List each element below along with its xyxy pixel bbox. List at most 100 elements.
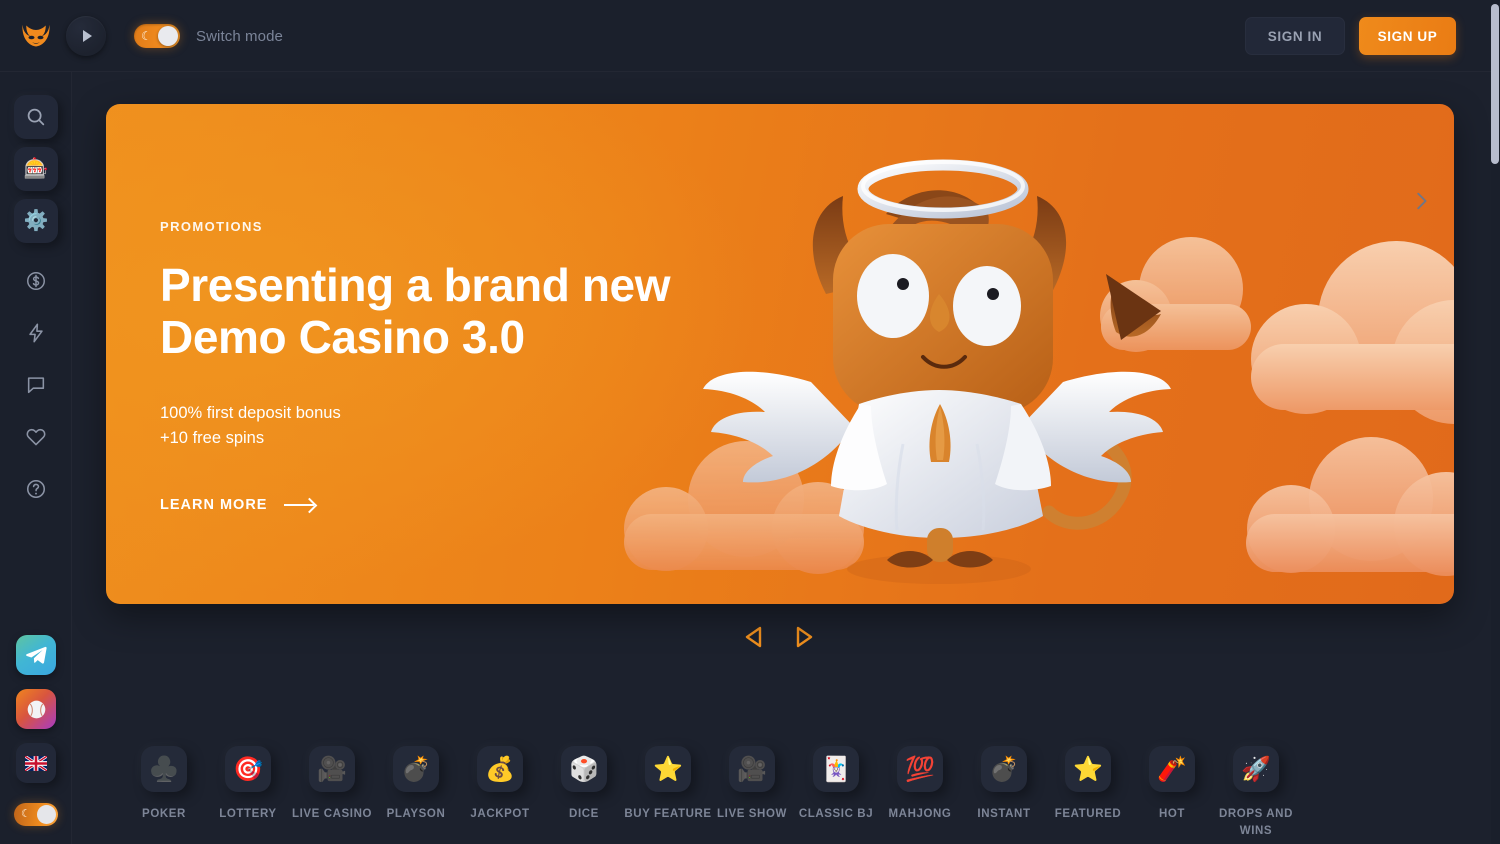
gear-icon: ⚙️ (23, 210, 49, 232)
bomb-icon-glyph: 💣 (989, 755, 1019, 783)
category-item[interactable]: 🎲 DICE (542, 746, 626, 823)
category-label: POKER (142, 808, 186, 820)
sidebar-item-slots[interactable]: 🎰 (14, 147, 58, 191)
play-button[interactable] (66, 16, 106, 56)
category-item[interactable]: 🎯 LOTTERY (206, 746, 290, 823)
play-icon (83, 30, 92, 42)
sidebar-item-fast-games[interactable] (14, 311, 58, 355)
hundred-points-icon-glyph: 💯 (905, 755, 935, 783)
carousel-next-button[interactable] (794, 626, 814, 648)
uk-flag-icon (25, 755, 47, 771)
category-item[interactable]: ♣️ POKER (122, 746, 206, 823)
category-label: PLAYSON (386, 808, 446, 820)
sidebar-item-search[interactable] (14, 95, 58, 139)
toggle-knob (158, 26, 178, 46)
switch-mode-toggle[interactable]: ☾ (134, 24, 180, 48)
category-label: LOTTERY (219, 808, 277, 820)
sign-in-button[interactable]: SIGN IN (1245, 17, 1345, 55)
money-bag-icon: 💰 (477, 746, 523, 792)
star-icon: ⭐ (645, 746, 691, 792)
header-actions: SIGN IN SIGN UP (1245, 17, 1492, 55)
banner-sub-line1: 100% first deposit bonus (160, 403, 341, 422)
playing-card-icon-glyph: 🃏 (821, 755, 851, 783)
star-icon: ⭐ (1065, 746, 1111, 792)
category-item[interactable]: 🃏 CLASSIC BJ (794, 746, 878, 823)
top-header: ☾ Switch mode SIGN IN SIGN UP (0, 0, 1492, 72)
club-suit-icon: ♣️ (141, 746, 187, 792)
devil-mask-logo-icon (22, 24, 50, 47)
promo-banner[interactable]: PROMOTIONS Presenting a brand new Demo C… (106, 104, 1454, 604)
category-label: LIVE CASINO (291, 808, 373, 820)
club-suit-icon-glyph: ♣️ (149, 755, 179, 783)
category-label: INSTANT (977, 808, 1031, 820)
chat-bubble-icon (27, 377, 45, 394)
baseball-icon (27, 700, 45, 718)
logo[interactable] (0, 0, 72, 72)
movie-camera-icon-glyph: 🎥 (317, 755, 347, 783)
dart-board-icon-glyph: 🎯 (233, 755, 263, 783)
category-item[interactable]: 🎥 LIVE CASINO (290, 746, 374, 823)
rocket-icon: 🚀 (1233, 746, 1279, 792)
page-scrollbar-thumb[interactable] (1491, 4, 1499, 164)
banner-kicker: PROMOTIONS (160, 219, 263, 234)
sidebar-item-settings[interactable]: ⚙️ (14, 199, 58, 243)
slot-machine-icon: 🎰 (23, 158, 49, 180)
dollar-circle-icon (27, 272, 45, 290)
theme-toggle[interactable]: ☾ (14, 803, 58, 826)
category-label: DROPS AND WINS (1219, 808, 1293, 837)
sidebar-item-help[interactable] (14, 467, 58, 511)
sign-up-button[interactable]: SIGN UP (1359, 17, 1456, 55)
sidebar-item-sports[interactable] (16, 689, 56, 729)
category-label: FEATURED (1054, 808, 1122, 820)
banner-sub-line2: +10 free spins (160, 429, 265, 448)
category-label: HOT (1158, 808, 1186, 820)
carousel-prev-button[interactable] (744, 626, 764, 648)
switch-mode-label: Switch mode (196, 27, 283, 45)
category-item[interactable]: ⭐ BUY FEATURE (624, 746, 711, 823)
category-label: DICE (569, 808, 599, 820)
dynamite-icon-glyph: 🧨 (1157, 755, 1187, 783)
sidebar-top-group: 🎰 ⚙️ (14, 72, 58, 519)
hundred-points-icon: 💯 (897, 746, 943, 792)
dice-icon: 🎲 (561, 746, 607, 792)
banner-headline: Presenting a brand new Demo Casino 3.0 (160, 259, 670, 364)
page-scrollbar-track[interactable] (1491, 0, 1500, 844)
angel-demon-mascot (703, 159, 1171, 584)
sidebar-item-chat[interactable] (14, 363, 58, 407)
category-strip: ♣️ POKER 🎯 LOTTERY 🎥 LIVE CASINO 💣 PLAYSON 💰 JACK… (72, 684, 1492, 844)
category-label: LIVE SHOW (717, 808, 787, 820)
category-item[interactable]: 💣 PLAYSON (374, 746, 458, 823)
banner-copy: PROMOTIONS Presenting a brand new Demo C… (160, 219, 670, 514)
search-icon (27, 108, 45, 126)
sidebar-item-language[interactable] (16, 743, 56, 783)
category-item[interactable]: 💣 INSTANT (962, 746, 1046, 823)
theme-toggle-knob (37, 805, 56, 824)
bomb-icon: 💣 (981, 746, 1027, 792)
money-bag-icon-glyph: 💰 (485, 755, 515, 783)
star-icon-glyph: ⭐ (653, 755, 683, 783)
category-item[interactable]: 💰 JACKPOT (458, 746, 542, 823)
banner-subtext: 100% first deposit bonus +10 free spins (160, 401, 670, 451)
sidebar-item-payments[interactable] (14, 259, 58, 303)
category-item[interactable]: ⭐ FEATURED (1046, 746, 1130, 823)
arrow-right-icon (284, 504, 315, 507)
learn-more-label: LEARN MORE (160, 497, 268, 514)
lightning-icon (29, 323, 43, 343)
moon-icon: ☾ (141, 29, 152, 43)
playing-card-icon: 🃏 (813, 746, 859, 792)
sidebar-item-favorites[interactable] (14, 415, 58, 459)
category-item[interactable]: 🎥 LIVE SHOW (710, 746, 794, 823)
left-sidebar: 🎰 ⚙️ ☾ (0, 72, 72, 844)
promo-carousel: PROMOTIONS Presenting a brand new Demo C… (72, 72, 1492, 648)
sidebar-bottom-group: ☾ (14, 635, 58, 844)
dynamite-icon: 🧨 (1149, 746, 1195, 792)
category-item[interactable]: 💯 MAHJONG (878, 746, 962, 823)
heart-icon (26, 428, 46, 446)
learn-more-button[interactable]: LEARN MORE (160, 497, 315, 514)
category-item[interactable]: 🧨 HOT (1130, 746, 1214, 823)
category-item[interactable]: 🚀 DROPS AND WINS (1214, 746, 1298, 839)
dice-icon-glyph: 🎲 (569, 755, 599, 783)
sidebar-item-telegram[interactable] (16, 635, 56, 675)
category-label: CLASSIC BJ (798, 808, 874, 820)
rocket-icon-glyph: 🚀 (1241, 755, 1271, 783)
